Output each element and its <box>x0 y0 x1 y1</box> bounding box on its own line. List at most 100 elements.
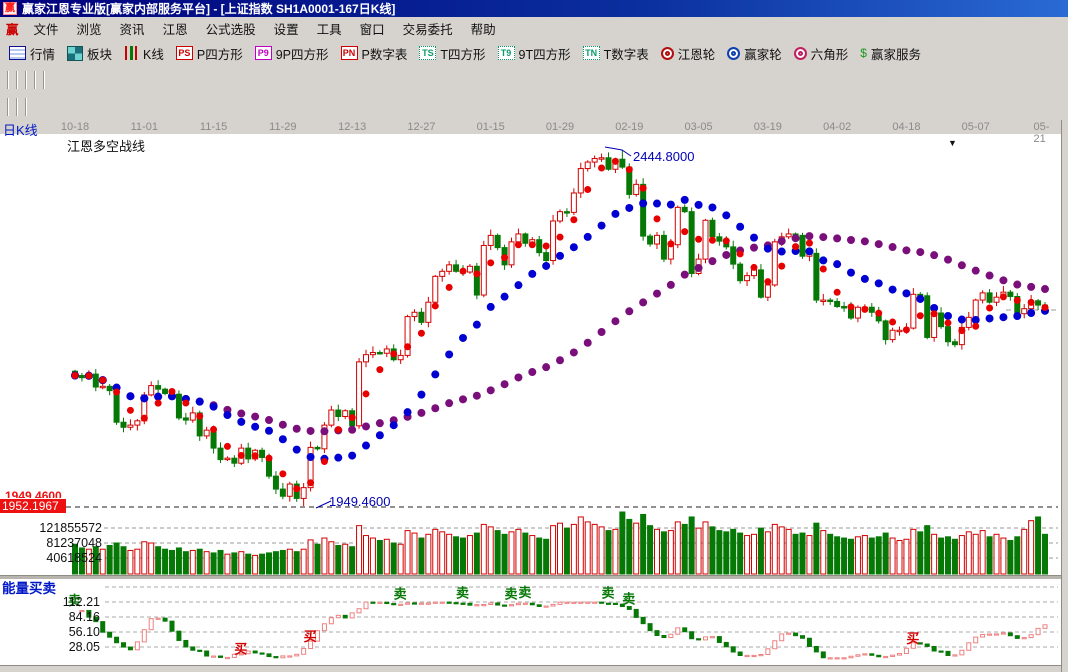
date-tick-label: 12-27 <box>407 121 436 133</box>
window-title: 赢家江恩专业版[赢家内部服务平台] - [上证指数 SH1A0001-167日K… <box>22 2 396 16</box>
title-bar[interactable]: 赢 赢家江恩专业版[赢家内部服务平台] - [上证指数 SH1A0001-167… <box>0 0 1068 17</box>
candles-icon <box>124 46 140 60</box>
p-square-button[interactable]: PS P四方形 <box>171 42 248 65</box>
menu-logo-icon: 赢 <box>6 23 19 37</box>
menu-item-2[interactable]: 资讯 <box>111 17 154 40</box>
clipped-price-label: 1949.4600 <box>5 489 62 498</box>
svg-text:买: 买 <box>906 631 919 646</box>
indicator-label[interactable]: 能量买卖 <box>2 577 56 597</box>
date-tick-label: 02-19 <box>615 121 644 133</box>
menu-item-5[interactable]: 设置 <box>265 17 308 40</box>
winner-service-button[interactable]: $ 赢家服务 <box>855 42 926 65</box>
winner-wheel-button-label: 赢家轮 <box>744 47 782 62</box>
dollar-icon: $ <box>860 45 867 60</box>
indicator-scale-label: 28.05 <box>68 640 100 654</box>
p9-box-icon: P9 <box>254 46 272 60</box>
sectors-button[interactable]: 板块 <box>62 42 117 65</box>
hexagon-icon <box>793 46 807 60</box>
menu-item-0[interactable]: 文件 <box>25 17 68 40</box>
p-number-table-button[interactable]: PN P数字表 <box>336 42 413 65</box>
svg-text:卖: 卖 <box>622 591 635 606</box>
date-tick-label: 03-05 <box>684 121 713 133</box>
winner-service-button-label: 赢家服务 <box>870 47 921 62</box>
winner-wheel-button[interactable]: 赢家轮 <box>722 42 787 65</box>
date-tick-label: 11-15 <box>199 121 228 133</box>
date-tick-label: 05-21 <box>1033 121 1050 145</box>
draw-toolbar <box>0 94 1068 121</box>
indicator-scale-label: 112.21 <box>62 595 100 609</box>
menu-item-3[interactable]: 江恩 <box>154 17 197 40</box>
bottom-border <box>0 665 1068 672</box>
toolbar-separator <box>16 98 18 116</box>
toolbar-separator <box>7 98 9 116</box>
indicator-scale-label: 56.10 <box>68 625 100 639</box>
menu-item-7[interactable]: 窗口 <box>351 17 394 40</box>
date-tick-label: 11-29 <box>269 121 297 133</box>
date-tick-label: 01-29 <box>545 121 575 133</box>
menu-item-4[interactable]: 公式选股 <box>197 17 265 40</box>
date-tick-label: 01-15 <box>476 121 505 133</box>
svg-text:卖: 卖 <box>518 585 531 600</box>
pane-separator[interactable] <box>0 575 1068 579</box>
trough-annotation: 1949.4600 <box>329 494 391 509</box>
price-badge: 1952.1967 <box>0 499 66 513</box>
t-square-button-label: T四方形 <box>440 47 486 62</box>
winner-wheel-icon <box>727 46 741 60</box>
t-number-table-button[interactable]: TN T数字表 <box>578 42 654 65</box>
pn-box-icon: PN <box>340 46 358 60</box>
chart-canvas[interactable]: 卖卖卖卖卖卖卖买买买 <box>0 120 1068 672</box>
hexagon-button-label: 六角形 <box>810 47 849 62</box>
triangle-marker-icon: ▼ <box>948 138 957 148</box>
volume-scale-label: 121855572 <box>39 521 102 535</box>
date-tick-label: 11-01 <box>130 121 158 133</box>
sectors-button-label: 板块 <box>87 47 113 62</box>
date-tick-label: 05-07 <box>961 121 990 133</box>
gann-wheel-button-label: 江恩轮 <box>677 47 716 62</box>
date-tick-label: 03-19 <box>753 121 782 133</box>
peak-annotation: 2444.8000 <box>633 149 695 164</box>
t-number-table-button-label: T数字表 <box>603 47 649 62</box>
t9-square-button-label: 9T四方形 <box>518 47 571 62</box>
toolbar-separator <box>25 98 27 116</box>
quotes-button[interactable]: 行情 <box>4 42 60 65</box>
right-border <box>1061 120 1068 672</box>
grid-table-icon <box>9 46 26 60</box>
date-tick-label: 04-02 <box>823 121 852 133</box>
view-toolbar <box>0 66 1068 95</box>
main-toolbar: 行情 板块 K线 PS P四方形 P9 9P四方形 PN P数字表 TS T四方形 T9 9T四方形 TN… <box>0 40 1068 67</box>
toolbar-separator <box>34 71 36 89</box>
menu-item-8[interactable]: 交易委托 <box>394 17 462 40</box>
ps-box-icon: PS <box>175 46 193 60</box>
tn-box-icon: TN <box>582 46 600 60</box>
gann-wheel-button[interactable]: 江恩轮 <box>656 42 721 65</box>
volume-scale-label: 81237048 <box>46 536 102 550</box>
hexagon-button[interactable]: 六角形 <box>789 42 854 65</box>
menu-item-6[interactable]: 工具 <box>308 17 351 40</box>
p9-square-button-label: 9P四方形 <box>275 47 329 62</box>
t9-square-button[interactable]: T9 9T四方形 <box>493 42 576 65</box>
volume-scale-label: 40618524 <box>46 551 102 565</box>
date-tick-label: 12-13 <box>338 121 367 133</box>
blocks-icon <box>67 45 84 61</box>
svg-text:卖: 卖 <box>602 585 615 600</box>
toolbar-separator <box>16 71 18 89</box>
svg-text:买: 买 <box>304 629 317 644</box>
indicator-scale-label: 84.16 <box>68 610 100 624</box>
p-number-table-button-label: P数字表 <box>361 47 408 62</box>
period-label[interactable]: 日K线 <box>3 120 38 139</box>
svg-text:买: 买 <box>234 642 247 657</box>
gann-wheel-icon <box>660 46 674 60</box>
svg-text:卖: 卖 <box>394 586 407 601</box>
menu-bar: 赢 文件 浏览 资讯 江恩 公式选股 设置 工具 窗口 交易委托 帮助 <box>0 17 1068 41</box>
t9-box-icon: T9 <box>497 46 515 60</box>
app-window: 赢 赢家江恩专业版[赢家内部服务平台] - [上证指数 SH1A0001-167… <box>0 0 1068 672</box>
menu-item-1[interactable]: 浏览 <box>68 17 111 40</box>
svg-text:卖: 卖 <box>505 587 518 602</box>
ts-box-icon: TS <box>419 46 437 60</box>
date-tick-label: 04-18 <box>892 121 921 133</box>
menu-item-9[interactable]: 帮助 <box>462 17 505 40</box>
p9-square-button[interactable]: P9 9P四方形 <box>250 42 334 65</box>
kline-button[interactable]: K线 <box>119 42 169 65</box>
svg-text:卖: 卖 <box>456 585 469 600</box>
t-square-button[interactable]: TS T四方形 <box>414 42 490 65</box>
